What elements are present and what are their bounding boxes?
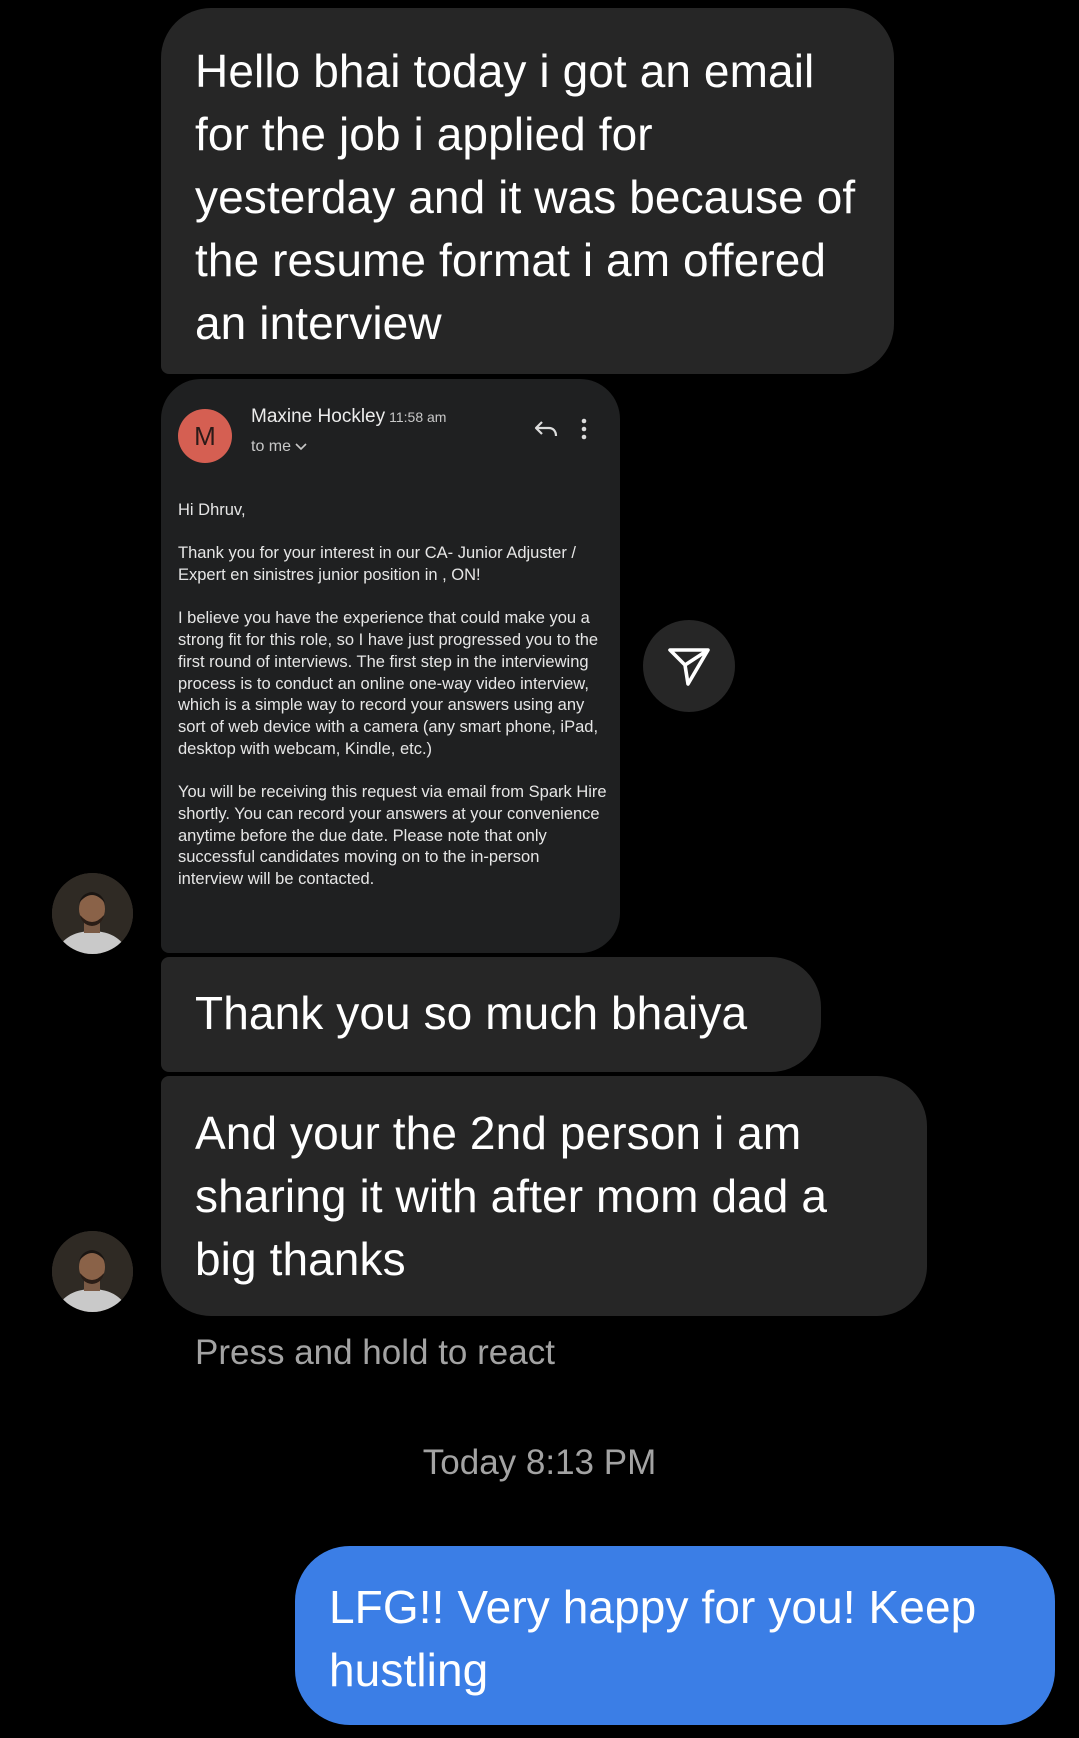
message-bubble-outgoing[interactable]: LFG!! Very happy for you! Keep hustling — [295, 1546, 1055, 1725]
message-bubble-incoming[interactable]: Thank you so much bhaiya — [161, 957, 821, 1072]
email-time: 11:58 am — [389, 409, 447, 425]
email-recipient: to me — [251, 438, 308, 456]
message-text: Thank you so much bhaiya — [195, 987, 748, 1039]
share-button[interactable] — [643, 620, 735, 712]
email-paragraph: Thank you for your interest in our CA- J… — [178, 544, 577, 585]
send-icon — [668, 648, 710, 686]
chevron-down-icon — [295, 438, 308, 455]
sender-avatar: M — [178, 409, 232, 463]
email-paragraph: I believe you have the experience that c… — [178, 609, 599, 758]
email-screenshot-attachment[interactable]: M Maxine Hockley 11:58 am to me Hi Dhruv,… — [161, 379, 620, 953]
email-body: Hi Dhruv, Thank you for your interest in… — [178, 500, 608, 912]
contact-avatar[interactable] — [52, 1231, 133, 1312]
react-hint: Press and hold to react — [195, 1333, 555, 1372]
sender-name: Maxine Hockley — [251, 406, 386, 427]
contact-avatar[interactable] — [52, 873, 133, 954]
message-bubble-incoming[interactable]: And your the 2nd person i am sharing it … — [161, 1076, 927, 1316]
message-timestamp: Today 8:13 PM — [422, 1443, 657, 1482]
email-greeting: Hi Dhruv, — [178, 501, 246, 519]
recipient-label: to me — [251, 438, 292, 455]
message-text: LFG!! Very happy for you! Keep hustling — [329, 1581, 977, 1696]
message-bubble-incoming[interactable]: Hello bhai today i got an email for the … — [161, 8, 894, 374]
email-sender: Maxine Hockley 11:58 am — [251, 406, 446, 428]
more-vert-icon — [579, 417, 589, 441]
reply-icon — [533, 417, 559, 441]
message-text: Hello bhai today i got an email for the … — [195, 45, 856, 349]
message-text: And your the 2nd person i am sharing it … — [195, 1107, 828, 1285]
email-paragraph: You will be receiving this request via e… — [178, 783, 607, 888]
